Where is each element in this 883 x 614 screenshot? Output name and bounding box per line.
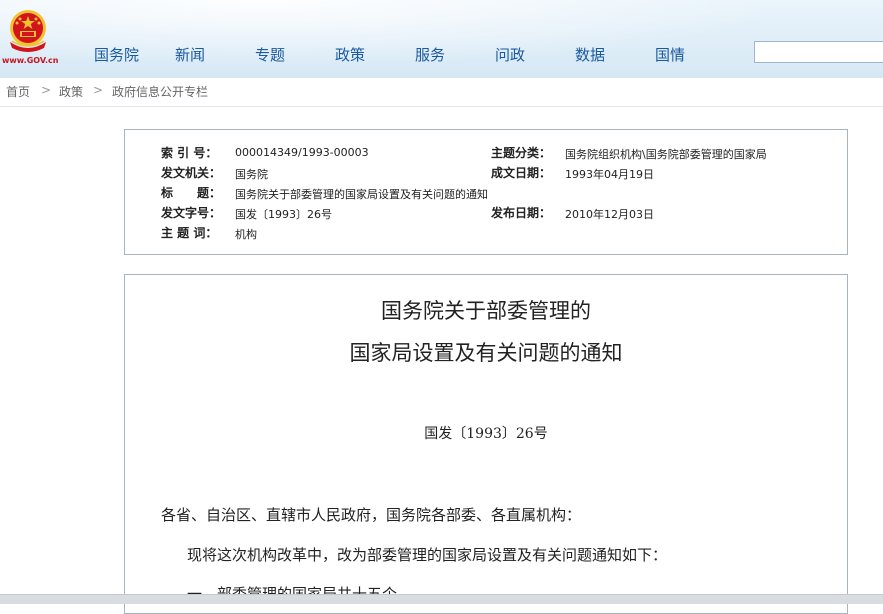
published-date-label: 发布日期： <box>491 206 552 220</box>
nav-item-inquiry[interactable]: 问政 <box>495 44 525 65</box>
breadcrumb-home-link[interactable]: 首页 <box>6 83 30 100</box>
nav-item-national-info[interactable]: 国情 <box>655 44 685 65</box>
doc-number-label: 发文字号： <box>161 206 222 220</box>
issuer-value: 国务院 <box>235 168 268 181</box>
breadcrumb-policy-link[interactable]: 政策 <box>59 83 83 100</box>
nav-item-data[interactable]: 数据 <box>575 44 605 65</box>
index-value: 000014349/1993-00003 <box>235 146 369 159</box>
document-number: 国发〔1993〕26号 <box>424 426 548 442</box>
written-date-value: 1993年04月19日 <box>565 168 654 181</box>
nav-item-news[interactable]: 新闻 <box>175 44 205 65</box>
title-label: 标 题： <box>161 186 222 200</box>
search-input[interactable] <box>754 41 883 63</box>
document-salutation: 各省、自治区、直辖市人民政府，国务院各部委、各直属机构： <box>161 506 582 524</box>
published-date-value: 2010年12月03日 <box>565 208 654 221</box>
category-value: 国务院组织机构\国务院部委管理的国家局 <box>565 148 767 161</box>
national-emblem-logo[interactable] <box>6 8 50 54</box>
breadcrumb-separator: > <box>41 83 52 97</box>
nav-item-services[interactable]: 服务 <box>415 44 445 65</box>
document-title-line2: 国家局设置及有关问题的通知 <box>349 341 623 365</box>
nav-item-policy[interactable]: 政策 <box>335 44 365 65</box>
document-content: 国务院关于部委管理的 国家局设置及有关问题的通知 国发〔1993〕26号 各省、… <box>124 274 848 614</box>
breadcrumb: 首页 > 政策 > 政府信息公开专栏 <box>0 78 883 107</box>
title-value: 国务院关于部委管理的国家局设置及有关问题的通知 <box>235 188 488 201</box>
site-url-text: www.GOV.cn <box>2 56 59 65</box>
issuer-label: 发文机关： <box>161 166 222 180</box>
document-paragraph: 现将这次机构改革中，改为部委管理的国家局设置及有关问题通知如下： <box>187 546 668 564</box>
keyword-value: 机构 <box>235 228 257 241</box>
keyword-label: 主 题 词： <box>161 226 218 240</box>
breadcrumb-separator: > <box>93 83 104 97</box>
breadcrumb-disclosure-link[interactable]: 政府信息公开专栏 <box>112 83 208 100</box>
category-label: 主题分类： <box>491 146 552 160</box>
document-info-table: 索 引 号： 000014349/1993-00003 主题分类： 国务院组织机… <box>124 129 848 255</box>
written-date-label: 成文日期： <box>491 166 552 180</box>
nav-item-topics[interactable]: 专题 <box>255 44 285 65</box>
nav-item-state-council[interactable]: 国务院 <box>94 44 139 65</box>
index-label: 索 引 号： <box>161 146 218 160</box>
doc-number-value: 国发〔1993〕26号 <box>235 208 332 221</box>
site-header: www.GOV.cn 国务院 新闻 专题 政策 服务 问政 数据 国情 <box>0 0 883 78</box>
document-title-line1: 国务院关于部委管理的 <box>381 299 591 323</box>
